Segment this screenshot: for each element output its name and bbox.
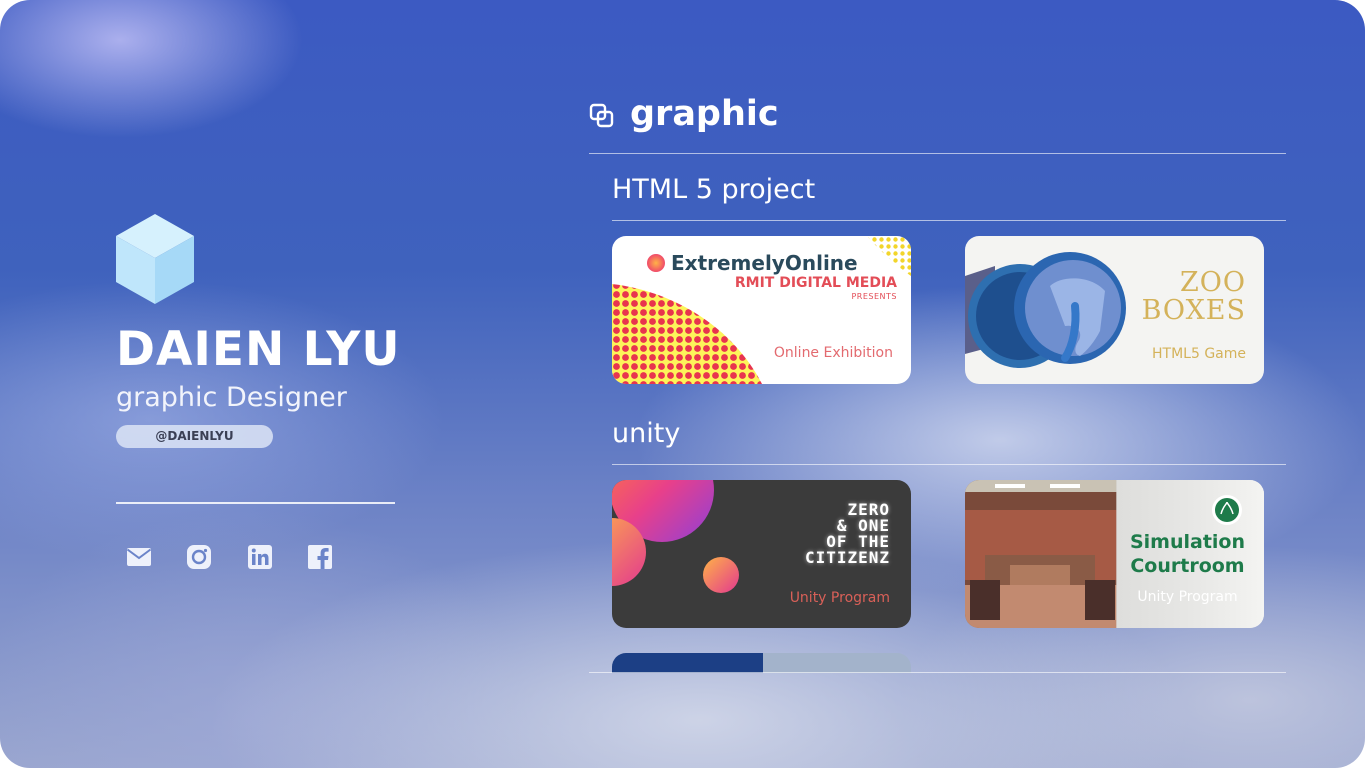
facebook-icon[interactable] [307, 544, 333, 570]
profile-role: graphic Designer [116, 382, 347, 413]
group-title-unity: unity [612, 418, 681, 449]
card-title: ExtremelyOnline [671, 251, 858, 275]
profile-name: DAIEN LYU [116, 322, 401, 377]
layers-icon [589, 103, 614, 128]
group-title-html5: HTML 5 project [612, 174, 816, 205]
project-card-extremely-online[interactable]: ExtremelyOnline RMIT DIGITAL MEDIA PRESE… [612, 236, 911, 384]
app-background: DAIEN LYU graphic Designer @DAIENLYU gra… [0, 0, 1365, 768]
card-org: RMIT DIGITAL MEDIA [734, 275, 897, 291]
card-title: ZERO & ONE OF THE CITIZENZ [804, 500, 890, 567]
card-title: Simulation Courtroom [1129, 531, 1246, 577]
card-subtitle: Unity Program [789, 590, 890, 606]
project-card-zoo-boxes[interactable]: ZOO BOXES HTML5 Game [965, 236, 1264, 384]
project-card-simulation-courtroom[interactable]: Simulation Courtroom Unity Program [965, 480, 1264, 628]
card-presents: PRESENTS [851, 292, 897, 301]
card-subtitle: Unity Program [1137, 589, 1238, 605]
instagram-icon[interactable] [186, 544, 212, 570]
mail-icon[interactable] [126, 544, 152, 570]
card-subtitle: HTML5 Game [1152, 346, 1246, 362]
section-divider [589, 153, 1286, 154]
cube-logo-icon [116, 214, 194, 304]
bottom-divider [589, 672, 1286, 673]
profile-divider [116, 502, 395, 504]
card-subtitle: Online Exhibition [773, 345, 893, 361]
group-divider [612, 464, 1286, 465]
project-card-zero-and-one[interactable]: ZERO & ONE OF THE CITIZENZ Unity Program [612, 480, 911, 628]
profile-handle-badge[interactable]: @DAIENLYU [116, 425, 273, 448]
group-divider [612, 220, 1286, 221]
section-title: graphic [630, 94, 779, 134]
project-card-partial[interactable] [612, 653, 911, 673]
linkedin-icon[interactable] [247, 544, 273, 570]
card-title: ZOO BOXES [1141, 267, 1246, 326]
